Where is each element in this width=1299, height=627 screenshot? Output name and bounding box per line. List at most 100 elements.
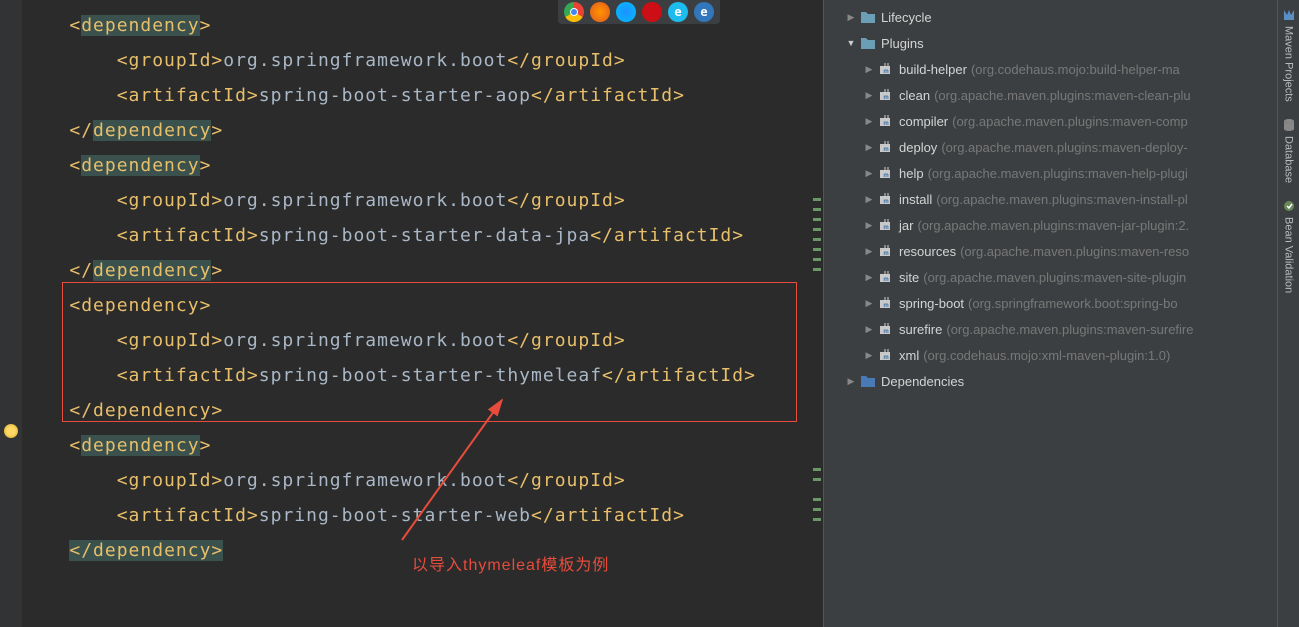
svg-text:m: m	[883, 355, 888, 361]
plugin-name: resources	[899, 244, 956, 259]
tab-database[interactable]: Database	[1280, 110, 1298, 191]
plugin-icon: m	[878, 270, 894, 284]
plugin-icon: m	[878, 88, 894, 102]
plugin-icon: m	[878, 244, 894, 258]
plugin-detail: (org.springframework.boot:spring-bo	[968, 296, 1178, 311]
chevron-down-icon: ▼	[846, 38, 856, 48]
plugin-name: build-helper	[899, 62, 967, 77]
plugin-icon: m	[878, 192, 894, 206]
svg-text:m: m	[883, 329, 888, 335]
tree-item-plugins[interactable]: ▼ Plugins	[828, 30, 1299, 56]
chevron-right-icon: ▶	[864, 116, 874, 126]
tab-label: Bean Validation	[1283, 217, 1295, 293]
plugin-name: help	[899, 166, 924, 181]
chevron-right-icon: ▶	[864, 324, 874, 334]
tree-item-dependencies[interactable]: ▶ Dependencies	[828, 368, 1299, 394]
database-icon	[1282, 118, 1296, 132]
svg-text:m: m	[883, 173, 888, 179]
plugin-name: surefire	[899, 322, 942, 337]
plugin-icon: m	[878, 166, 894, 180]
plugin-icon: m	[878, 348, 894, 362]
chevron-right-icon: ▶	[864, 220, 874, 230]
tree-item-plugin[interactable]: ▶ m xml (org.codehaus.mojo:xml-maven-plugin…	[828, 342, 1299, 368]
tree-item-plugin[interactable]: ▶ m build-helper (org.codehaus.mojo:build-h…	[828, 56, 1299, 82]
lifecycle-label: Lifecycle	[881, 10, 932, 25]
tree-item-lifecycle[interactable]: ▶ Lifecycle	[828, 4, 1299, 30]
plugin-name: xml	[899, 348, 919, 363]
plugin-detail: (org.codehaus.mojo:build-helper-ma	[971, 62, 1180, 77]
plugin-icon: m	[878, 140, 894, 154]
tree-item-plugin[interactable]: ▶ m jar (org.apache.maven.plugins:maven-jar…	[828, 212, 1299, 238]
chevron-right-icon: ▶	[864, 64, 874, 74]
plugin-name: site	[899, 270, 919, 285]
dependencies-label: Dependencies	[881, 374, 964, 389]
plugin-icon: m	[878, 218, 894, 232]
plugin-name: jar	[899, 218, 913, 233]
intention-bulb-icon[interactable]	[4, 424, 18, 438]
chevron-right-icon: ▶	[864, 298, 874, 308]
plugin-detail: (org.apache.maven.plugins:maven-surefire	[946, 322, 1193, 337]
tree-item-plugin[interactable]: ▶ m resources (org.apache.maven.plugins:mav…	[828, 238, 1299, 264]
plugin-icon: m	[878, 62, 894, 76]
tree-item-plugin[interactable]: ▶ m install (org.apache.maven.plugins:maven…	[828, 186, 1299, 212]
plugin-detail: (org.apache.maven.plugins:maven-site-plu…	[923, 270, 1186, 285]
plugin-detail: (org.apache.maven.plugins:maven-jar-plug…	[917, 218, 1189, 233]
plugin-detail: (org.codehaus.mojo:xml-maven-plugin:1.0)	[923, 348, 1170, 363]
tab-maven-projects[interactable]: Maven Projects	[1280, 0, 1298, 110]
plugin-name: install	[899, 192, 932, 207]
tree-item-plugin[interactable]: ▶ m site (org.apache.maven.plugins:maven-si…	[828, 264, 1299, 290]
plugin-name: spring-boot	[899, 296, 964, 311]
plugin-icon: m	[878, 114, 894, 128]
plugin-detail: (org.apache.maven.plugins:maven-reso	[960, 244, 1189, 259]
chevron-right-icon: ▶	[864, 142, 874, 152]
svg-text:m: m	[883, 199, 888, 205]
plugins-label: Plugins	[881, 36, 924, 51]
plugin-detail: (org.apache.maven.plugins:maven-deploy-	[941, 140, 1187, 155]
tree-item-plugin[interactable]: ▶ m compiler (org.apache.maven.plugins:mave…	[828, 108, 1299, 134]
tree-item-plugin[interactable]: ▶ m help (org.apache.maven.plugins:maven-he…	[828, 160, 1299, 186]
svg-text:m: m	[883, 303, 888, 309]
plugin-detail: (org.apache.maven.plugins:maven-clean-pl…	[934, 88, 1191, 103]
editor-gutter	[0, 0, 22, 627]
svg-text:m: m	[883, 95, 888, 101]
annotation-text: 以导入thymeleaf模板为例	[412, 548, 609, 583]
svg-text:m: m	[883, 277, 888, 283]
tree-item-plugin[interactable]: ▶mclean(org.apache.maven.plugins:maven-c…	[828, 82, 1299, 108]
svg-text:m: m	[883, 69, 888, 75]
chevron-right-icon: ▶	[864, 246, 874, 256]
plugin-name: compiler	[899, 114, 948, 129]
tab-bean-validation[interactable]: Bean Validation	[1280, 191, 1298, 301]
svg-text:m: m	[883, 121, 888, 127]
tree-item-plugin[interactable]: ▶ m deploy (org.apache.maven.plugins:maven-…	[828, 134, 1299, 160]
plugin-icon: m	[878, 322, 894, 336]
svg-text:m: m	[883, 251, 888, 257]
bean-icon	[1282, 199, 1296, 213]
chevron-right-icon: ▶	[864, 350, 874, 360]
right-tool-tabs: Maven Projects Database Bean Validation	[1277, 0, 1299, 627]
plugin-icon: m	[878, 296, 894, 310]
chevron-right-icon: ▶	[864, 90, 874, 100]
plugin-name: deploy	[899, 140, 937, 155]
plugin-detail: (org.apache.maven.plugins:maven-help-plu…	[928, 166, 1188, 181]
maven-tool-window[interactable]: ▶ Lifecycle ▼ Plugins ▶ m build-helper (org…	[823, 0, 1299, 627]
tree-item-plugin[interactable]: ▶ m spring-boot (org.springframework.boot:s…	[828, 290, 1299, 316]
plugin-detail: (org.apache.maven.plugins:maven-comp	[952, 114, 1188, 129]
chevron-right-icon: ▶	[864, 272, 874, 282]
chevron-right-icon: ▶	[864, 168, 874, 178]
chevron-right-icon: ▶	[846, 376, 856, 386]
vcs-change-markers	[811, 0, 823, 627]
plugin-detail: (org.apache.maven.plugins:maven-install-…	[936, 192, 1187, 207]
svg-text:m: m	[883, 225, 888, 231]
folder-icon	[860, 10, 876, 24]
chevron-right-icon: ▶	[864, 194, 874, 204]
folder-icon	[860, 374, 876, 388]
svg-text:m: m	[883, 147, 888, 153]
chevron-right-icon: ▶	[846, 12, 856, 22]
tree-item-plugin[interactable]: ▶ m surefire (org.apache.maven.plugins:mave…	[828, 316, 1299, 342]
folder-icon	[860, 36, 876, 50]
code-editor[interactable]: e e <dependency> <groupId>org.springfram…	[0, 0, 823, 627]
code-content[interactable]: <dependency> <groupId>org.springframewor…	[22, 0, 823, 568]
maven-icon	[1282, 8, 1296, 22]
tab-label: Database	[1283, 136, 1295, 183]
tab-label: Maven Projects	[1283, 26, 1295, 102]
